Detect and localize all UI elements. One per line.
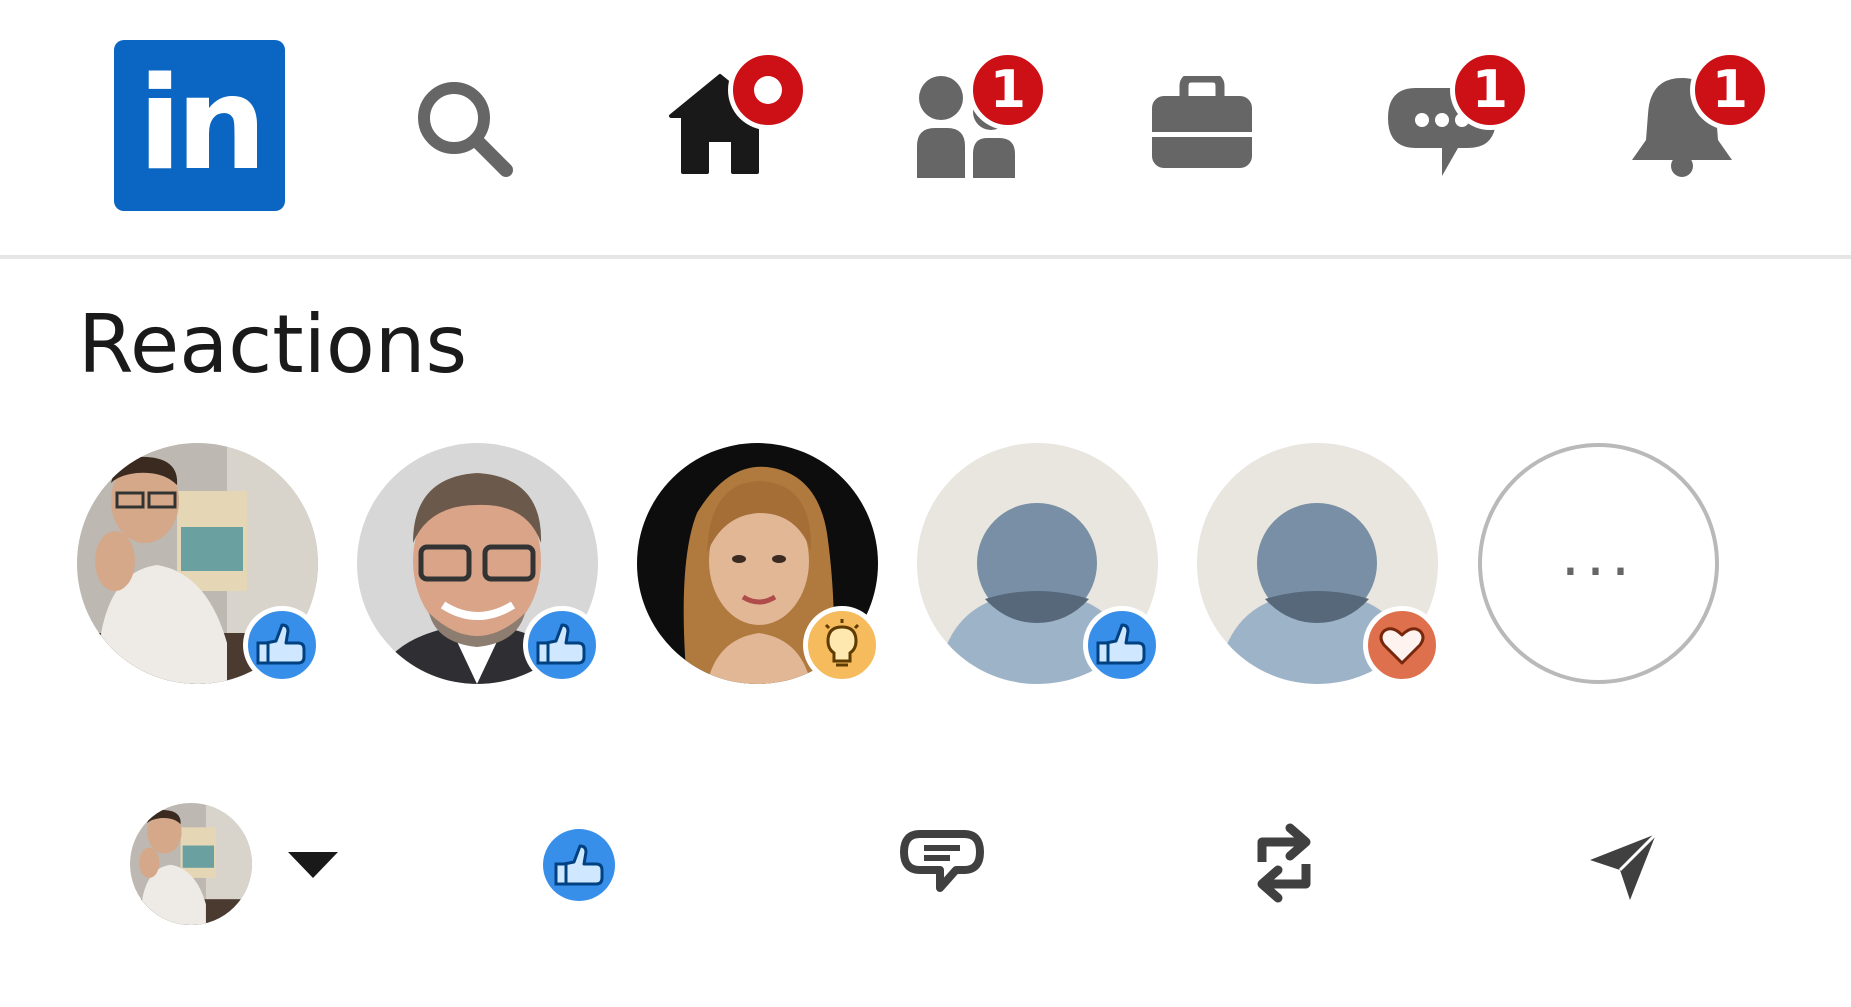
badge-dot [754, 76, 782, 104]
top-navigation-bar: in 1 1 1 [0, 0, 1851, 259]
nav-jobs[interactable] [1150, 76, 1254, 170]
reactor-2[interactable] [357, 443, 601, 684]
user-photo [130, 803, 252, 925]
more-reactions-button[interactable]: ... [1478, 443, 1719, 684]
reactor-4[interactable] [917, 443, 1161, 684]
actor-dropdown[interactable] [286, 850, 340, 880]
like-icon [543, 829, 615, 901]
search-icon [418, 82, 513, 177]
nav-divider [0, 255, 1851, 259]
comment-icon [900, 830, 984, 892]
insightful-reaction-icon [803, 606, 881, 684]
like-reaction-icon [243, 606, 321, 684]
current-user-avatar[interactable] [130, 803, 252, 925]
nav-search[interactable] [414, 78, 514, 178]
like-reaction-icon [523, 606, 601, 684]
briefcase-icon [1152, 76, 1252, 168]
reactor-3[interactable] [637, 443, 881, 684]
reactor-1[interactable] [77, 443, 321, 684]
reactor-5[interactable] [1197, 443, 1441, 684]
like-button[interactable] [542, 828, 616, 902]
send-button[interactable] [1586, 830, 1660, 904]
linkedin-post-reactions-screen: in 1 1 1 Reactions ... [0, 0, 1851, 1007]
linkedin-logo[interactable]: in [114, 40, 285, 211]
notifications-badge: 1 [1690, 50, 1770, 130]
repost-icon [1257, 823, 1311, 903]
comment-button[interactable] [900, 830, 984, 906]
more-label: ... [1560, 520, 1637, 590]
logo-text: in [138, 50, 267, 199]
messaging-badge: 1 [1450, 50, 1530, 130]
caret-down-icon [288, 852, 338, 878]
like-reaction-icon [1083, 606, 1161, 684]
repost-button[interactable] [1252, 822, 1316, 904]
home-notification-dot [728, 50, 808, 130]
love-reaction-icon [1363, 606, 1441, 684]
send-icon [1590, 832, 1658, 900]
reactions-heading: Reactions [78, 298, 468, 391]
my-network-badge: 1 [968, 50, 1048, 130]
